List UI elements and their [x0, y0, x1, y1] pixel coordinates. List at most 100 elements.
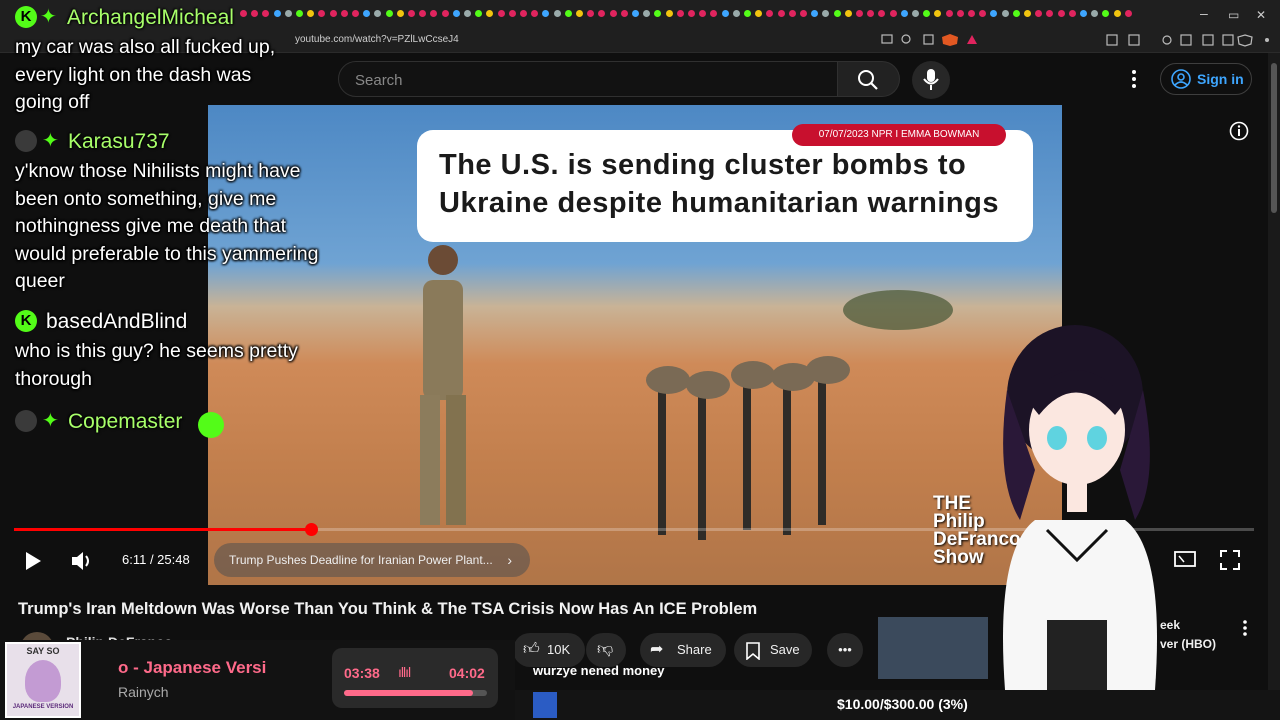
like-button[interactable]: 👍︎ 10K [513, 633, 585, 667]
browser-tab-icon[interactable] [408, 10, 415, 17]
browser-tab-icon[interactable] [508, 10, 516, 17]
browser-tab-icon[interactable] [945, 10, 953, 17]
browser-tab-icon[interactable] [643, 10, 651, 17]
browser-tab-icon[interactable] [968, 10, 975, 17]
browser-tab-icon[interactable] [923, 10, 931, 17]
browser-tab-icon[interactable] [688, 10, 695, 17]
browser-tab-icon[interactable] [822, 10, 830, 17]
browser-tab-icon[interactable] [564, 10, 572, 17]
save-button[interactable]: Save [734, 633, 812, 667]
browser-tab-icon[interactable] [800, 10, 807, 17]
browser-tab-icon[interactable] [587, 10, 595, 17]
browser-tab-icon[interactable] [744, 10, 751, 17]
browser-tab-icon[interactable] [844, 10, 852, 17]
browser-tab-icon[interactable] [609, 10, 617, 17]
search-input[interactable] [339, 62, 837, 98]
browser-tab-icon[interactable] [665, 10, 673, 17]
scrollbar-thumb[interactable] [1271, 63, 1277, 213]
browser-tab-icon[interactable] [441, 10, 449, 17]
browser-tab-icon[interactable] [464, 10, 471, 17]
browser-tab-icon[interactable] [553, 10, 561, 17]
browser-tab-icon[interactable] [1012, 10, 1020, 17]
window-controls[interactable]: ▭ ✕ [1228, 8, 1266, 22]
browser-tab-icon[interactable] [396, 10, 404, 17]
browser-tab-icon[interactable] [419, 10, 427, 17]
browser-tab-icon[interactable] [811, 10, 819, 17]
recommended-thumbnail[interactable] [878, 617, 988, 679]
browser-tab-icon[interactable] [867, 10, 875, 17]
browser-tab-icon[interactable] [374, 10, 382, 17]
search-button[interactable] [838, 61, 900, 97]
browser-tab-icon[interactable] [912, 10, 919, 17]
like-count: 10K [547, 642, 571, 657]
browser-tab-icon[interactable] [520, 10, 527, 17]
info-icon[interactable] [1229, 121, 1249, 141]
browser-tab-icon[interactable] [340, 10, 348, 17]
song-title: o - Japanese Versi [118, 658, 267, 677]
browser-tab-icon[interactable] [1035, 10, 1043, 17]
browser-tab-icon[interactable] [1102, 10, 1110, 17]
browser-tab-icon[interactable] [710, 10, 718, 17]
more-actions-button[interactable]: ••• [827, 633, 863, 667]
browser-tab-icon[interactable] [352, 10, 359, 17]
browser-toolbar-icons[interactable] [1105, 33, 1275, 47]
browser-tab-icon[interactable] [385, 10, 393, 17]
fullscreen-icon[interactable] [1220, 550, 1240, 570]
volume-icon[interactable] [70, 550, 94, 572]
browser-tab-icon[interactable] [620, 10, 628, 17]
dislike-button[interactable]: 👎︎ [586, 633, 626, 667]
browser-tab-icon[interactable] [956, 10, 964, 17]
browser-tab-icon[interactable] [676, 10, 684, 17]
browser-tab-icon[interactable] [777, 10, 785, 17]
browser-tab-icon[interactable] [632, 10, 639, 17]
browser-tab-icon[interactable] [1091, 10, 1099, 17]
browser-tab-icon[interactable] [576, 10, 583, 17]
browser-tab-icon[interactable] [721, 10, 729, 17]
browser-tab-icon[interactable] [979, 10, 987, 17]
account-icon [1171, 69, 1191, 89]
browser-tab-icon[interactable] [598, 10, 606, 17]
browser-tab-icon[interactable] [1001, 10, 1009, 17]
more-vert-button[interactable] [1124, 67, 1144, 91]
browser-tab-icon[interactable] [654, 10, 662, 17]
more-vert-icon[interactable] [1238, 618, 1252, 638]
signin-button[interactable]: Sign in [1160, 63, 1252, 95]
browser-tab-icon[interactable] [766, 10, 774, 17]
browser-tab-icon[interactable] [755, 10, 763, 17]
browser-tab-icon[interactable] [1124, 10, 1132, 17]
voice-search-button[interactable] [912, 61, 950, 99]
browser-tab-icon[interactable] [856, 10, 863, 17]
browser-tab-icon[interactable] [486, 10, 494, 17]
browser-tab-icon[interactable] [363, 10, 371, 17]
browser-tab-icon[interactable] [732, 10, 740, 17]
browser-tab-icon[interactable] [699, 10, 707, 17]
browser-tab-icon[interactable] [878, 10, 886, 17]
browser-tab-icon[interactable] [833, 10, 841, 17]
browser-tab-icon[interactable] [934, 10, 942, 17]
address-bar-icons[interactable] [880, 33, 980, 47]
browser-tab-icon[interactable] [889, 10, 897, 17]
play-icon[interactable] [24, 551, 42, 571]
browser-tab-icon[interactable] [1068, 10, 1076, 17]
browser-tab-icon[interactable] [452, 10, 460, 17]
browser-tab-icon[interactable] [1046, 10, 1054, 17]
progress-scrubber[interactable] [304, 523, 318, 536]
browser-tab-icon[interactable] [531, 10, 539, 17]
browser-tab-icon[interactable] [1024, 10, 1031, 17]
browser-tab-icon[interactable] [497, 10, 505, 17]
browser-tab-icon[interactable] [1080, 10, 1087, 17]
browser-tab-icon[interactable] [430, 10, 438, 17]
browser-tab-icon[interactable] [1113, 10, 1121, 17]
user-avatar [15, 130, 37, 152]
browser-tab-icon[interactable] [788, 10, 796, 17]
chapter-button[interactable]: Trump Pushes Deadline for Iranian Power … [214, 543, 530, 577]
share-button[interactable]: ➦ Share [640, 633, 726, 667]
search-box[interactable] [338, 61, 838, 98]
page-scrollbar[interactable] [1268, 53, 1280, 720]
browser-tab-icon[interactable] [1057, 10, 1065, 17]
browser-tab-icon[interactable] [475, 10, 483, 17]
minimize-icon[interactable]: – [1200, 5, 1208, 21]
browser-tab-icon[interactable] [900, 10, 908, 17]
browser-tab-icon[interactable] [542, 10, 550, 17]
browser-tab-icon[interactable] [990, 10, 998, 17]
